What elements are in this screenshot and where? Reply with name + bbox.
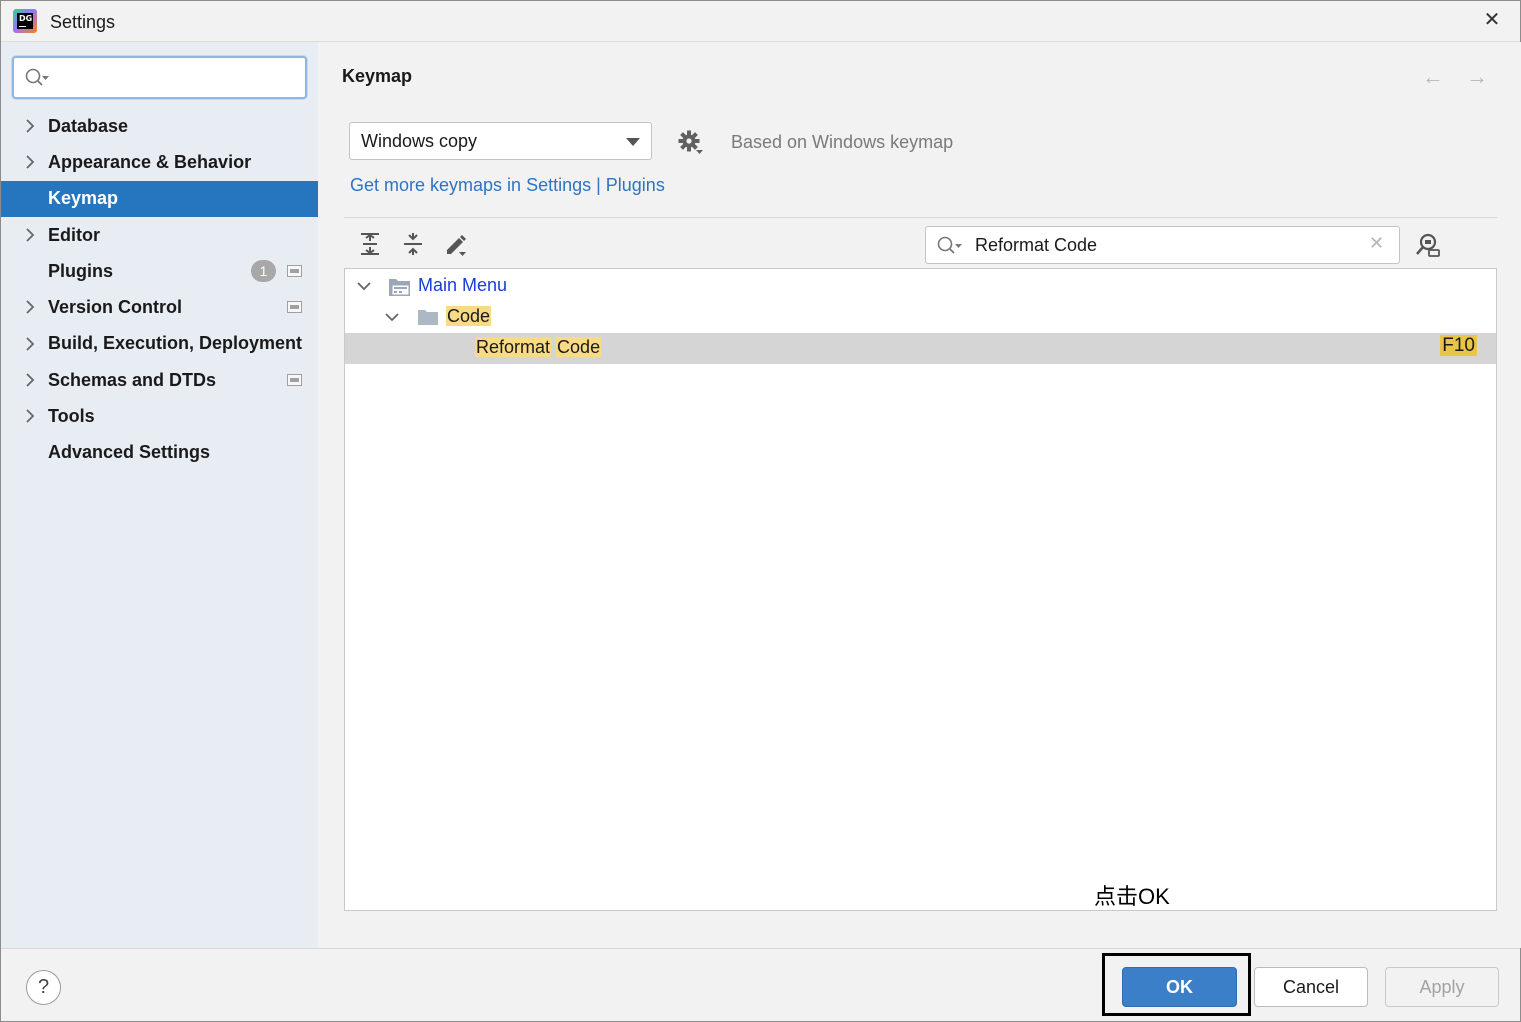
tree-row-code[interactable]: Code (345, 302, 1496, 333)
shortcut-f10: F10 (1440, 335, 1477, 356)
keymap-dropdown[interactable]: Windows copy (349, 122, 652, 160)
sidebar-item-label: Keymap (48, 188, 119, 209)
sidebar-item-label: Database (48, 115, 129, 136)
sidebar-item-keymap[interactable]: Keymap (1, 180, 318, 217)
sidebar-item-label: Schemas and DTDs (48, 369, 217, 390)
keymap-panel: Keymap ← → Windows copy Based on Windows… (318, 42, 1521, 948)
project-settings-icon (287, 301, 302, 314)
chevron-down-icon (385, 313, 399, 322)
sidebar-item-build-execution-deployment[interactable]: Build, Execution, Deployment (1, 326, 318, 362)
chevron-down-icon (357, 282, 371, 291)
chevron-right-icon[interactable] (23, 118, 37, 134)
datagrip-app-icon: DG (13, 9, 37, 33)
project-settings-icon (287, 374, 302, 387)
sidebar-item-label: Version Control (48, 297, 183, 318)
get-more-keymaps-link[interactable]: Get more keymaps in Settings | Plugins (350, 175, 665, 196)
sidebar-item-label: Plugins (48, 260, 114, 281)
tree-row-main-menu[interactable]: Main Menu (345, 271, 1496, 302)
keymap-dropdown-value: Windows copy (361, 131, 478, 151)
sidebar-item-appearance-behavior[interactable]: Appearance & Behavior (1, 144, 318, 180)
sidebar-item-advanced-settings[interactable]: Advanced Settings (1, 435, 318, 471)
expand-all-icon[interactable] (358, 232, 382, 256)
close-icon[interactable]: ✕ (1479, 7, 1505, 33)
dialog-footer: ? OK Cancel Apply (1, 948, 1520, 1021)
settings-window: DG Settings ✕ Database Appearance & Behav… (0, 0, 1521, 1022)
sidebar-item-editor[interactable]: Editor (1, 217, 318, 253)
tree-label-reformat-code: Reformat Code (475, 337, 602, 357)
sidebar-item-label: Build, Execution, Deployment (48, 333, 303, 354)
sidebar-item-schemas-and-dtds[interactable]: Schemas and DTDs (1, 362, 318, 398)
search-icon (25, 68, 49, 86)
cancel-button[interactable]: Cancel (1254, 967, 1368, 1007)
collapse-all-icon[interactable] (401, 232, 425, 256)
chevron-right-icon[interactable] (23, 227, 37, 243)
sidebar-item-label: Appearance & Behavior (48, 151, 252, 172)
tree-row-reformat-code[interactable]: Reformat Code F10 (345, 333, 1496, 364)
chevron-right-icon[interactable] (23, 154, 37, 170)
folder-icon (418, 310, 438, 325)
settings-search-input[interactable] (12, 56, 307, 99)
title-bar: DG Settings ✕ (1, 1, 1520, 42)
based-on-text: Based on Windows keymap (731, 132, 954, 152)
find-by-shortcut-icon[interactable] (1415, 232, 1441, 258)
chevron-right-icon[interactable] (23, 299, 37, 315)
tree-label-code: Code (446, 306, 492, 326)
window-title: Settings (50, 12, 116, 32)
sidebar-item-plugins[interactable]: Plugins 1 (1, 253, 318, 289)
tree-label-main-menu: Main Menu (418, 275, 508, 295)
forward-arrow-icon[interactable]: → (1466, 66, 1488, 88)
sidebar-item-version-control[interactable]: Version Control (1, 289, 318, 325)
chevron-right-icon[interactable] (23, 336, 37, 352)
sidebar-item-database[interactable]: Database (1, 108, 318, 144)
sidebar-item-label: Tools (48, 406, 95, 427)
project-settings-icon (287, 265, 302, 278)
settings-sidebar: Database Appearance & Behavior Keymap Edito… (1, 42, 318, 948)
settings-tree: Database Appearance & Behavior Keymap Edito… (1, 108, 318, 471)
chevron-right-icon[interactable] (23, 408, 37, 424)
keymap-search-input[interactable]: Reformat Code ✕ (925, 226, 1400, 264)
chevron-right-icon[interactable] (23, 372, 37, 388)
keymap-search-value: Reformat Code (975, 235, 1098, 255)
annotation-text: 点击OK (1094, 884, 1170, 909)
sidebar-item-tools[interactable]: Tools (1, 398, 318, 434)
sidebar-item-label: Editor (48, 224, 100, 245)
sidebar-item-label: Advanced Settings (48, 442, 211, 463)
apply-button[interactable]: Apply (1385, 967, 1499, 1007)
search-icon (937, 236, 962, 254)
update-count-badge: 1 (251, 260, 276, 283)
page-title: Keymap (342, 66, 413, 86)
ok-button[interactable]: OK (1122, 967, 1237, 1007)
menu-folder-icon (389, 279, 410, 296)
edit-shortcut-icon[interactable] (444, 232, 468, 256)
gear-icon[interactable] (678, 130, 704, 156)
help-button[interactable]: ? (26, 970, 61, 1005)
chevron-down-icon (626, 138, 640, 146)
back-arrow-icon[interactable]: ← (1422, 66, 1444, 88)
keymap-action-tree: Main Menu Code Reformat Code F10 点击OK (344, 268, 1497, 911)
divider (344, 217, 1497, 218)
clear-search-icon[interactable]: ✕ (1369, 233, 1384, 254)
